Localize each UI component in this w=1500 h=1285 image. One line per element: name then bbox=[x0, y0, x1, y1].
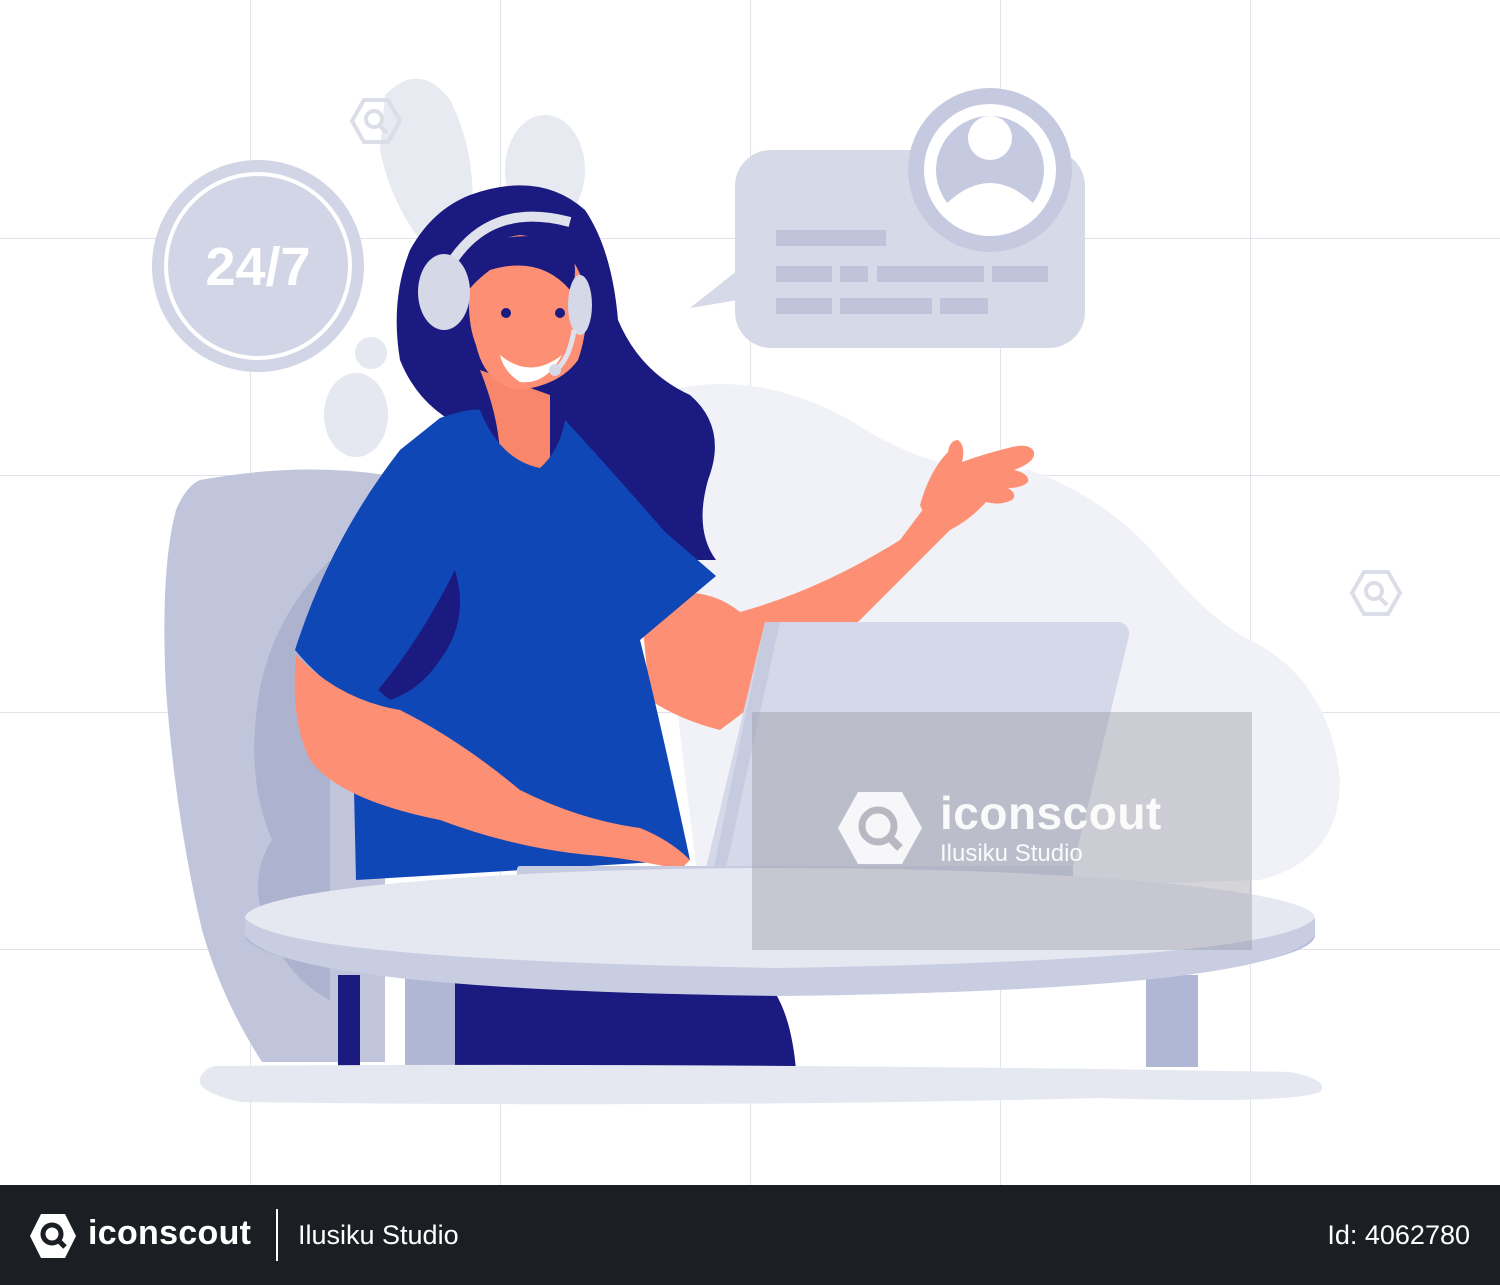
footer-bar: iconscout Ilusiku Studio Id: 4062780 bbox=[0, 1185, 1500, 1285]
watermark-logo-icon bbox=[350, 98, 402, 144]
footer-divider bbox=[276, 1209, 278, 1261]
footer-brand[interactable]: iconscout bbox=[88, 1214, 251, 1253]
floor-shadow bbox=[199, 1064, 1323, 1105]
customer-support-illustration: 24/7 bbox=[152, 78, 1340, 1105]
availability-badge: 24/7 bbox=[152, 160, 364, 372]
badge-text: 24/7 bbox=[205, 237, 310, 297]
watermark-logo-icon bbox=[838, 792, 922, 864]
watermark-author: Ilusiku Studio bbox=[940, 840, 1083, 867]
asset-id: Id: 4062780 bbox=[1327, 1220, 1470, 1250]
chat-bubble bbox=[690, 88, 1085, 348]
illustration-canvas: 24/7 iconscout Ilusiku Studio bbox=[0, 0, 1500, 1185]
iconscout-logo-icon bbox=[30, 1214, 76, 1258]
watermark-logo-icon bbox=[1350, 570, 1402, 616]
watermark-brand: iconscout bbox=[940, 787, 1162, 839]
watermark-badge: iconscout Ilusiku Studio bbox=[836, 788, 1162, 868]
user-avatar-icon bbox=[908, 88, 1072, 252]
footer-author[interactable]: Ilusiku Studio bbox=[298, 1220, 459, 1251]
